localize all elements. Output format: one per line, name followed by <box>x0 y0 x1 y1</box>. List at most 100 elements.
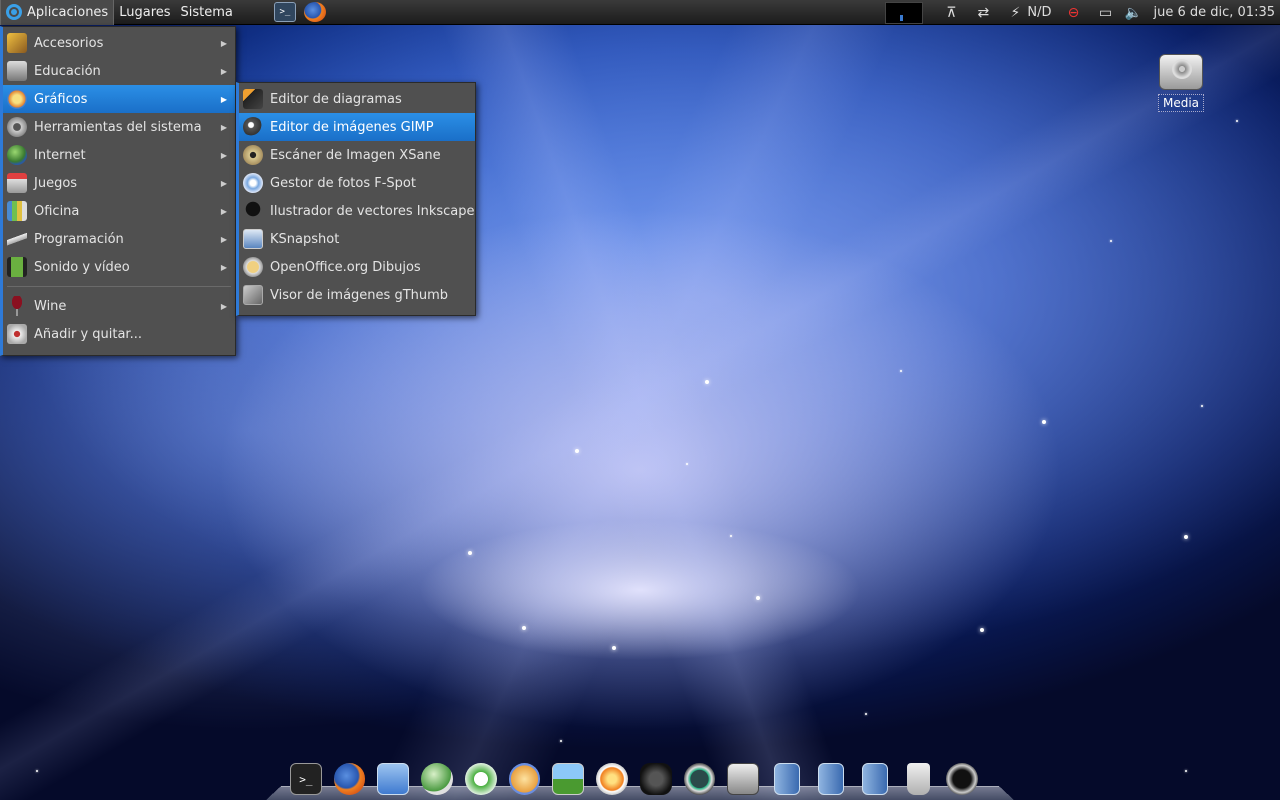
no-entry-icon[interactable]: ⊖ <box>1063 3 1083 23</box>
star <box>1201 405 1203 407</box>
binoculars-icon[interactable] <box>639 763 672 795</box>
submenu-item-label: KSnapshot <box>270 231 340 247</box>
menu-item-graficos[interactable]: Gráficos ▶ <box>3 85 235 113</box>
menu-sistema[interactable]: Sistema <box>176 0 238 25</box>
submenu-item-label: Editor de imágenes GIMP <box>270 119 434 135</box>
burner-icon[interactable] <box>596 763 628 795</box>
programming-icon <box>7 229 27 249</box>
submenu-item-gimp[interactable]: Editor de imágenes GIMP <box>239 113 475 141</box>
network-icon[interactable]: ▭ <box>1095 3 1115 23</box>
menu-item-label: Herramientas del sistema <box>34 119 202 135</box>
folder-icon[interactable] <box>774 763 800 795</box>
menu-item-label: Juegos <box>34 175 78 191</box>
submenu-arrow-icon: ▶ <box>220 234 227 244</box>
sound-video-icon <box>7 257 27 277</box>
star <box>1185 770 1187 772</box>
add-remove-icon <box>7 324 27 344</box>
menu-lugares-label: Lugares <box>119 4 171 20</box>
music-player-icon[interactable] <box>464 763 497 795</box>
submenu-item-fspot[interactable]: Gestor de fotos F-Spot <box>239 169 475 197</box>
menu-item-herramientas[interactable]: Herramientas del sistema ▶ <box>3 113 235 141</box>
menu-separator <box>7 286 231 287</box>
menu-item-label: Oficina <box>34 203 80 219</box>
ksnapshot-icon <box>243 229 263 249</box>
time-machine-icon[interactable] <box>683 763 716 795</box>
wine-icon <box>7 296 27 316</box>
menu-item-label: Programación <box>34 231 124 247</box>
gimp-icon <box>243 117 263 137</box>
star <box>1184 535 1188 539</box>
inkscape-icon <box>243 201 263 221</box>
submenu-arrow-icon: ▶ <box>220 206 227 216</box>
menu-item-wine[interactable]: Wine ▶ <box>3 292 235 320</box>
desktop-icon-label: Media <box>1157 94 1205 112</box>
text-editor-icon[interactable] <box>377 763 410 795</box>
firefox-icon[interactable] <box>303 2 326 22</box>
system-monitor-icon[interactable] <box>885 1 924 24</box>
office-icon <box>7 201 27 221</box>
folder-icon[interactable] <box>861 763 888 795</box>
submenu-item-label: Gestor de fotos F-Spot <box>270 175 416 191</box>
power-plug-icon[interactable]: ⚡ <box>1005 3 1025 23</box>
star <box>705 380 709 384</box>
submenu-arrow-icon: ▶ <box>220 301 227 311</box>
menu-lugares[interactable]: Lugares <box>114 0 175 25</box>
power-icon[interactable] <box>946 763 979 795</box>
oo-draw-icon <box>243 257 263 277</box>
submenu-arrow-icon: ▶ <box>220 66 227 76</box>
clock[interactable]: jue 6 de dic, 01:35 <box>1153 5 1275 20</box>
desktop-icon-media[interactable]: Media <box>1150 50 1212 112</box>
folder-icon[interactable] <box>817 763 844 795</box>
hard-drive-icon[interactable] <box>727 763 760 795</box>
menu-item-accesorios[interactable]: Accesorios ▶ <box>3 29 235 57</box>
accessories-icon <box>7 33 27 53</box>
submenu-arrow-icon: ▶ <box>220 262 227 272</box>
menu-item-programacion[interactable]: Programación ▶ <box>3 225 235 253</box>
trash-icon[interactable] <box>906 763 931 795</box>
submenu-arrow-icon: ▶ <box>220 122 227 132</box>
submenu-item-ksnapshot[interactable]: KSnapshot <box>239 225 475 253</box>
menu-item-label: Gráficos <box>34 91 88 107</box>
graphics-icon <box>7 89 27 109</box>
star <box>560 740 562 742</box>
dia-icon <box>243 89 263 109</box>
submenu-item-inkscape[interactable]: Ilustrador de vectores Inkscape <box>239 197 475 225</box>
submenu-item-label: Visor de imágenes gThumb <box>270 287 449 303</box>
terminal-icon[interactable]: >_ <box>290 763 322 795</box>
submenu-item-oo-draw[interactable]: OpenOffice.org Dibujos <box>239 253 475 281</box>
submenu-item-label: Editor de diagramas <box>270 91 402 107</box>
paint-icon[interactable] <box>508 763 541 795</box>
image-viewer-icon[interactable] <box>552 763 585 795</box>
dock: >_ <box>290 755 990 795</box>
submenu-item-dia[interactable]: Editor de diagramas <box>239 85 475 113</box>
submenu-item-xsane[interactable]: Escáner de Imagen XSane <box>239 141 475 169</box>
submenu-item-label: Escáner de Imagen XSane <box>270 147 441 163</box>
menu-item-anadir-quitar[interactable]: Añadir y quitar... <box>3 320 235 348</box>
star <box>900 370 902 372</box>
menu-item-sonido-video[interactable]: Sonido y vídeo ▶ <box>3 253 235 281</box>
submenu-arrow-icon: ▶ <box>220 178 227 188</box>
menu-item-label: Añadir y quitar... <box>34 326 142 342</box>
browser-icon[interactable] <box>421 763 453 795</box>
system-tray: ⊼ ⇄ ⚡ N/D ⊖ ▭ 🔈 jue 6 de dic, 01:35 <box>885 0 1280 25</box>
graphics-submenu: Editor de diagramas Editor de imágenes G… <box>236 82 476 316</box>
star <box>36 770 38 772</box>
submenu-item-gthumb[interactable]: Visor de imágenes gThumb <box>239 281 475 309</box>
star <box>865 713 867 715</box>
top-panel: Aplicaciones Lugares Sistema >_ ⊼ ⇄ ⚡ N/… <box>0 0 1280 25</box>
star <box>1236 120 1238 122</box>
firefox-icon[interactable] <box>333 763 366 795</box>
menu-aplicaciones[interactable]: Aplicaciones <box>0 0 115 25</box>
update-icon[interactable]: ⇄ <box>973 3 993 23</box>
menu-item-oficina[interactable]: Oficina ▶ <box>3 197 235 225</box>
volume-icon[interactable]: 🔈 <box>1123 3 1143 23</box>
star <box>1042 420 1046 424</box>
terminal-icon[interactable]: >_ <box>273 2 296 22</box>
menu-item-label: Wine <box>34 298 67 314</box>
menu-item-internet[interactable]: Internet ▶ <box>3 141 235 169</box>
menu-item-juegos[interactable]: Juegos ▶ <box>3 169 235 197</box>
menu-item-educacion[interactable]: Educación ▶ <box>3 57 235 85</box>
submenu-arrow-icon: ▶ <box>220 94 227 104</box>
star <box>980 628 984 632</box>
presentation-icon[interactable]: ⊼ <box>941 3 961 23</box>
